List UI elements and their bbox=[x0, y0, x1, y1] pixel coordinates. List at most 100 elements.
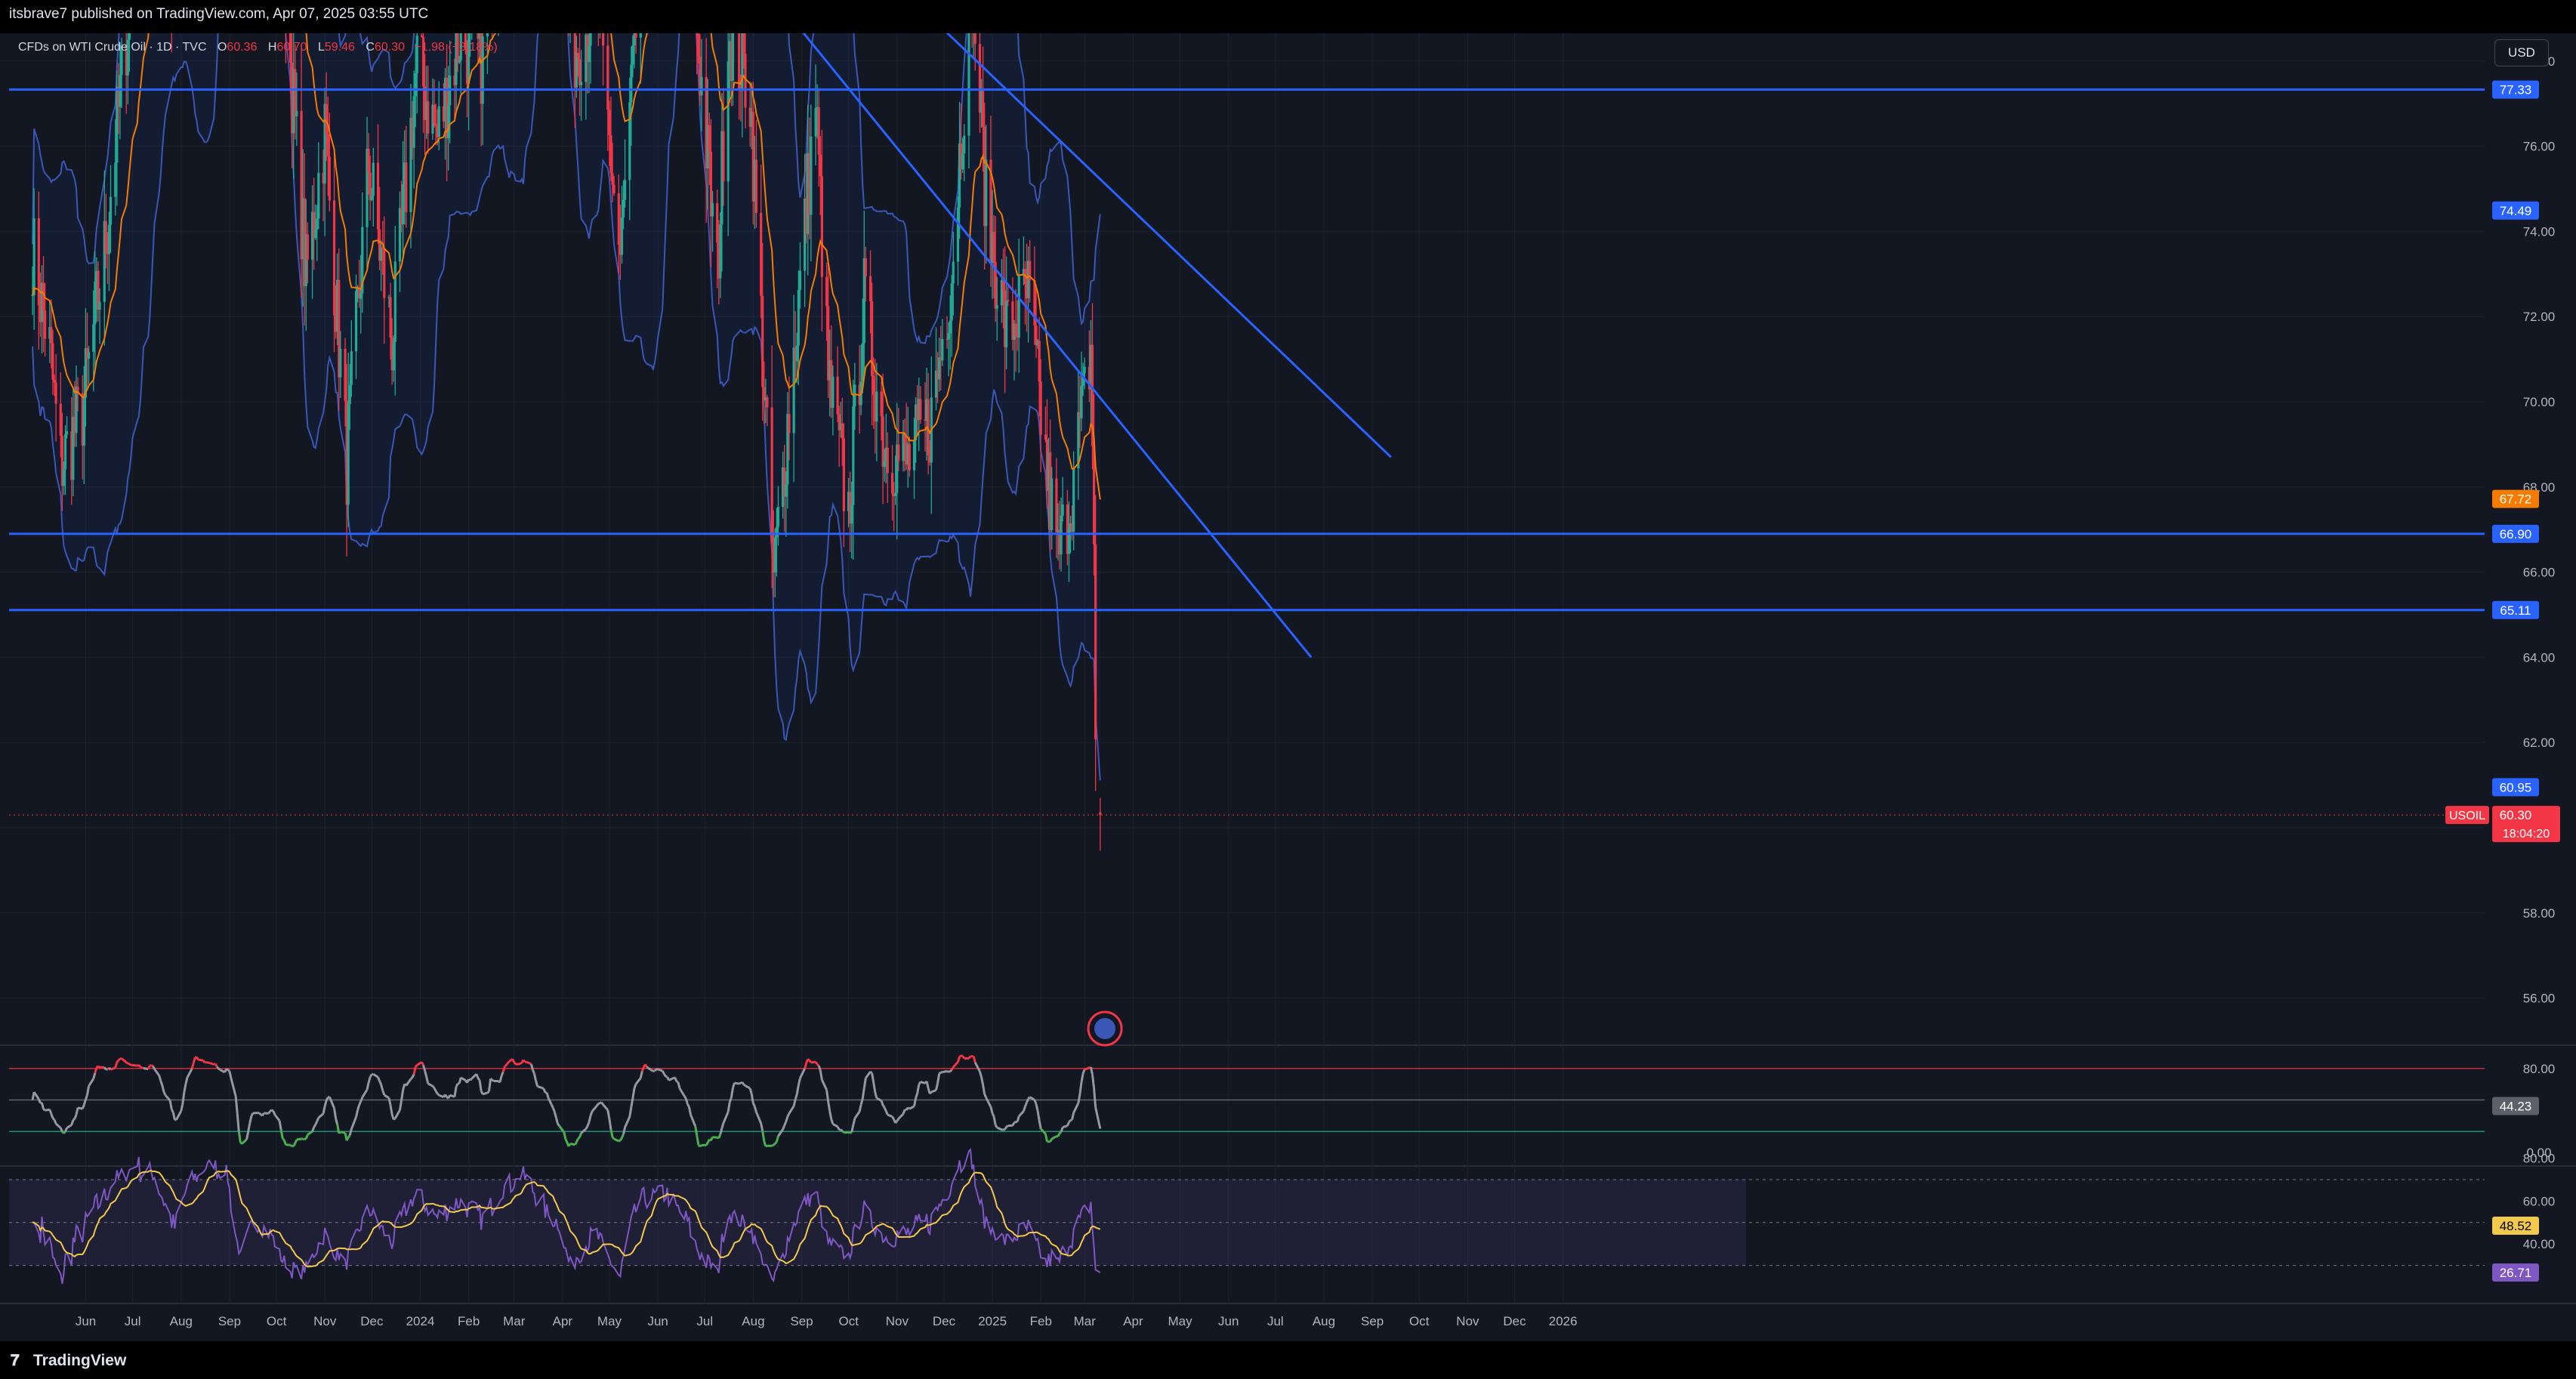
oscillator-segment bbox=[340, 1131, 346, 1134]
tradingview-logo[interactable]: 𝟕 TradingView bbox=[11, 1352, 126, 1370]
candle-body bbox=[814, 108, 817, 137]
oscillator-segment bbox=[881, 1104, 886, 1109]
oscillator-segment bbox=[424, 1070, 428, 1078]
oscillator-segment bbox=[777, 1128, 784, 1137]
symbol-title[interactable]: CFDs on WTI Crude Oil · 1D · TVC bbox=[18, 41, 207, 54]
oscillator-segment bbox=[872, 1082, 877, 1093]
oscillator-segment bbox=[602, 1103, 609, 1111]
candle-body bbox=[380, 247, 383, 261]
oscillator-segment bbox=[687, 1106, 692, 1115]
candle-body bbox=[639, 33, 642, 38]
oscillator-segment bbox=[501, 1066, 506, 1072]
oscillator-segment bbox=[175, 1110, 183, 1121]
oscillator-segment bbox=[792, 1099, 797, 1106]
candle-body bbox=[841, 423, 844, 439]
oscillator-segment bbox=[1060, 1127, 1064, 1133]
x-tick-label: 2024 bbox=[406, 1314, 435, 1328]
candle-body bbox=[864, 258, 867, 276]
tradingview-logo-icon: 𝟕 bbox=[11, 1352, 20, 1369]
candle-body bbox=[961, 153, 964, 170]
candle-body bbox=[1055, 478, 1058, 532]
candle-body bbox=[317, 172, 320, 219]
oscillator-segment bbox=[896, 1118, 900, 1122]
oscillator-segment bbox=[817, 1065, 822, 1072]
rsi-tick-label: 80.00 bbox=[2523, 1152, 2556, 1166]
oscillator-segment bbox=[545, 1092, 550, 1099]
candle-body bbox=[611, 173, 614, 185]
candle-body bbox=[963, 135, 966, 154]
oscillator-segment bbox=[147, 1065, 151, 1070]
oscillator-segment bbox=[88, 1078, 95, 1087]
open-value: 60.36 bbox=[227, 41, 258, 54]
oscillator-segment bbox=[491, 1078, 495, 1082]
candle-body bbox=[486, 33, 489, 37]
x-tick-label: Feb bbox=[458, 1314, 480, 1328]
oscillator-segment bbox=[228, 1070, 233, 1079]
oscillator-segment bbox=[897, 1112, 905, 1120]
oscillator-segment bbox=[171, 1112, 176, 1121]
oscillator-segment bbox=[814, 1061, 819, 1066]
oscillator-segment bbox=[686, 1103, 690, 1108]
oscillator-segment bbox=[486, 1091, 490, 1094]
oscillator-segment bbox=[785, 1116, 789, 1122]
oscillator-segment bbox=[152, 1065, 156, 1070]
x-tick-label: 2026 bbox=[1549, 1314, 1578, 1328]
oscillator-segment bbox=[836, 1126, 841, 1131]
oscillator-segment bbox=[380, 1084, 384, 1091]
oscillator-segment bbox=[387, 1097, 392, 1106]
oscillator-segment bbox=[1071, 1112, 1075, 1120]
candle-body bbox=[54, 382, 57, 404]
x-tick-label: Jul bbox=[696, 1314, 713, 1328]
candle-body bbox=[458, 60, 461, 63]
candle-body bbox=[890, 473, 894, 494]
oscillator-segment bbox=[1044, 1134, 1048, 1142]
oscillator-segment bbox=[608, 1118, 612, 1130]
candle-body bbox=[612, 184, 615, 194]
oscillator-segment bbox=[127, 1062, 130, 1066]
currency-button[interactable]: USD bbox=[2494, 39, 2549, 66]
oscillator-segment bbox=[869, 1070, 873, 1075]
oscillator-segment bbox=[1062, 1124, 1068, 1129]
oscillator-segment bbox=[415, 1064, 418, 1068]
candle-body bbox=[880, 391, 883, 417]
oscillator-segment bbox=[226, 1068, 229, 1071]
x-tick-label: May bbox=[1168, 1314, 1192, 1328]
oscillator-segment bbox=[1023, 1106, 1026, 1112]
candle-body bbox=[94, 281, 97, 325]
x-tick-label: Aug bbox=[742, 1314, 764, 1328]
candle-body bbox=[919, 399, 922, 420]
oscillator-segment bbox=[696, 1135, 700, 1146]
oscillator-segment bbox=[311, 1127, 316, 1132]
oscillator-segment bbox=[930, 1089, 937, 1094]
oscillator-segment bbox=[684, 1098, 689, 1105]
oscillator-segment bbox=[799, 1068, 806, 1079]
oscillator-segment bbox=[208, 1061, 214, 1066]
price-axis-label: 66.90 bbox=[2492, 524, 2539, 543]
price-label-text: 65.11 bbox=[2500, 603, 2531, 618]
candle-body bbox=[908, 443, 911, 470]
candle-body bbox=[1080, 385, 1083, 418]
candle-body bbox=[402, 184, 405, 225]
candle-body bbox=[369, 172, 372, 200]
price-chart[interactable]: 100.0098.0096.0094.0092.0090.0088.0086.0… bbox=[0, 33, 2576, 1341]
oscillator-segment bbox=[217, 1067, 221, 1071]
oscillator-segment bbox=[227, 1069, 230, 1072]
oscillator-segment bbox=[264, 1112, 269, 1115]
oscillator-segment bbox=[81, 1104, 85, 1109]
x-tick-label: Dec bbox=[1503, 1314, 1526, 1328]
oscillator-segment bbox=[925, 1081, 930, 1089]
oscillator-segment bbox=[618, 1139, 621, 1143]
candle-body bbox=[609, 135, 612, 174]
candle-body bbox=[1039, 381, 1042, 435]
candle-body bbox=[87, 351, 91, 359]
oscillator-segment bbox=[783, 1121, 788, 1126]
oscillator-segment bbox=[1050, 1135, 1057, 1140]
candle-body bbox=[711, 203, 714, 217]
oscillator-segment bbox=[366, 1082, 370, 1091]
oscillator-segment bbox=[840, 1128, 844, 1132]
oscillator-segment bbox=[973, 1062, 981, 1072]
candle-body bbox=[982, 91, 985, 128]
oscillator-segment bbox=[628, 1106, 633, 1117]
oscillator-segment bbox=[850, 1131, 853, 1134]
oscillator-segment bbox=[653, 1068, 657, 1072]
